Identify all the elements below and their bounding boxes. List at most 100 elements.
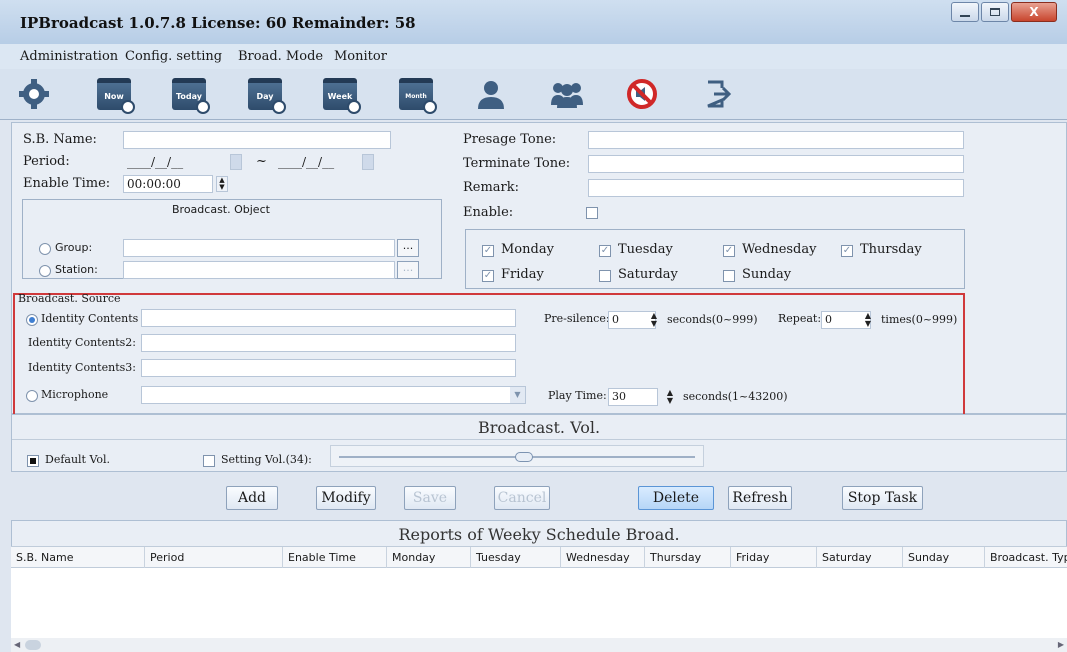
toolbar: Now Today Day Week Month [0,69,1067,120]
col-tuesday[interactable]: Tuesday [471,547,561,569]
presage-tone-label: Presage Tone: [463,132,557,147]
tuesday-checkbox[interactable]: ✓ [599,245,611,257]
day-button[interactable]: Day [243,73,287,115]
group-radio[interactable] [39,243,51,255]
stop-task-button[interactable]: Stop Task [842,486,923,510]
enable-checkbox[interactable] [586,207,598,219]
menu-bar: Administration Config. setting Broad. Mo… [0,44,1067,69]
repeat-spinner[interactable]: ▲ ▼ [862,312,874,330]
close-button[interactable]: X [1011,2,1057,22]
play-time-spinner[interactable]: ▲ ▼ [664,389,676,407]
friday-checkbox[interactable]: ✓ [482,270,494,282]
exit-button[interactable] [696,73,740,115]
station-label: Station: [55,263,98,276]
week-button[interactable]: Week [318,73,362,115]
settings-button[interactable] [12,73,56,115]
setting-vol-label: Setting Vol.(34): [221,453,312,466]
identity-contents-radio[interactable] [26,314,38,326]
menu-broad-mode[interactable]: Broad. Mode [238,49,323,64]
volume-slider[interactable] [330,445,704,467]
col-sb-name[interactable]: S.B. Name [11,547,145,569]
minimize-button[interactable] [951,2,979,22]
terminate-tone-label: Terminate Tone: [463,156,571,171]
report-title: Reports of Weeky Schedule Broad. [398,525,680,544]
volume-slider-thumb[interactable] [514,452,533,462]
enable-time-input[interactable]: 00:00:00 [123,175,213,193]
friday-label: Friday [501,267,544,282]
col-wednesday[interactable]: Wednesday [561,547,645,569]
mute-button[interactable] [620,73,664,115]
microphone-select[interactable] [141,386,526,404]
group-browse-button[interactable]: ... [397,239,419,257]
play-time-label: Play Time: [548,389,607,402]
terminate-tone-input[interactable] [588,155,964,173]
monday-label: Monday [501,242,554,257]
station-input[interactable] [123,261,395,279]
report-table-body [11,568,1067,638]
delete-button[interactable]: Delete [638,486,714,510]
monday-checkbox[interactable]: ✓ [482,245,494,257]
month-button[interactable]: Month [394,73,438,115]
period-from-picker[interactable] [230,154,242,170]
period-from-field[interactable]: ____/__/__ [123,153,229,171]
station-browse-button[interactable]: ... [397,261,419,279]
repeat-unit: times(0~999) [881,313,958,326]
saturday-checkbox[interactable] [599,270,611,282]
cancel-button[interactable]: Cancel [494,486,550,510]
col-broadcast-type[interactable]: Broadcast. Typ [985,547,1067,569]
identity-contents2-label: Identity Contents2: [28,336,136,349]
scroll-left-icon[interactable]: ◀ [14,640,20,649]
schedule-form-panel: S.B. Name: Period: ____/__/__ ~ ____/__/… [11,122,1067,417]
pre-silence-value: 0 [612,313,619,326]
chevron-down-icon[interactable]: ▼ [510,387,525,403]
pre-silence-label: Pre-silence: [544,312,610,325]
enable-time-spinner[interactable]: ▲ ▼ [216,176,228,192]
station-radio[interactable] [39,265,51,277]
remark-label: Remark: [463,180,520,195]
users-group-button[interactable] [545,73,589,115]
save-button[interactable]: Save [404,486,456,510]
presage-tone-input[interactable] [588,131,964,149]
scroll-thumb[interactable] [25,640,41,650]
identity-contents3-input[interactable] [141,359,516,377]
menu-administration[interactable]: Administration [20,49,118,64]
broadcast-object-title: Broadcast. Object [172,203,270,216]
default-vol-label: Default Vol. [45,453,111,466]
identity-contents2-input[interactable] [141,334,516,352]
col-saturday[interactable]: Saturday [817,547,903,569]
pre-silence-spinner[interactable]: ▲ ▼ [648,312,660,330]
wednesday-checkbox[interactable]: ✓ [723,245,735,257]
today-button[interactable]: Today [167,73,211,115]
horizontal-scrollbar[interactable]: ◀ ▶ [11,638,1067,652]
report-section: Reports of Weeky Schedule Broad. [11,520,1067,546]
thursday-label: Thursday [860,242,922,257]
remark-input[interactable] [588,179,964,197]
now-button[interactable]: Now [92,73,136,115]
sb-name-label: S.B. Name: [23,132,97,147]
sb-name-input[interactable] [123,131,391,149]
user-button[interactable] [469,73,513,115]
play-time-input[interactable]: 30 [608,388,658,406]
modify-button[interactable]: Modify [316,486,376,510]
sunday-checkbox[interactable] [723,270,735,282]
thursday-checkbox[interactable]: ✓ [841,245,853,257]
minimize-icon [960,15,970,17]
col-monday[interactable]: Monday [387,547,471,569]
period-to-picker[interactable] [362,154,374,170]
microphone-radio[interactable] [26,390,38,402]
menu-config-setting[interactable]: Config. setting [125,49,222,64]
col-friday[interactable]: Friday [731,547,817,569]
identity-contents-input[interactable] [141,309,516,327]
setting-vol-checkbox[interactable] [203,455,215,467]
group-input[interactable] [123,239,395,257]
col-sunday[interactable]: Sunday [903,547,985,569]
refresh-button[interactable]: Refresh [728,486,792,510]
col-thursday[interactable]: Thursday [645,547,731,569]
maximize-button[interactable] [981,2,1009,22]
default-vol-checkbox[interactable] [27,455,39,467]
scroll-right-icon[interactable]: ▶ [1058,640,1064,649]
menu-monitor[interactable]: Monitor [334,49,387,64]
add-button[interactable]: Add [226,486,278,510]
col-period[interactable]: Period [145,547,283,569]
col-enable-time[interactable]: Enable Time [283,547,387,569]
